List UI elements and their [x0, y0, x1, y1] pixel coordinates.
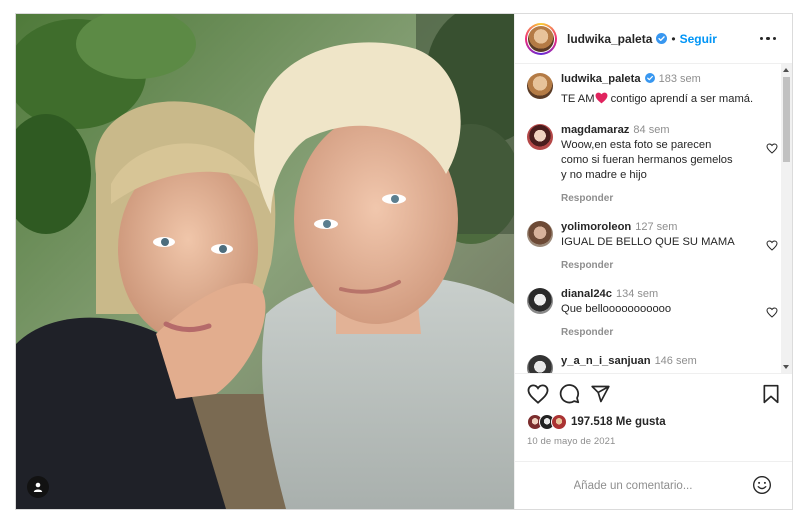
caption-username[interactable]: ludwika_paleta — [561, 73, 641, 85]
caption-text-end: contigo aprendí a ser mamá. — [607, 93, 754, 105]
likes-label[interactable]: Me gusta — [616, 416, 666, 428]
heart-icon[interactable] — [527, 383, 549, 409]
post-caption: ludwika_paleta 183 sem TE AM contigo apre… — [527, 72, 792, 109]
comment-text: IGUAL DE BELLO QUE SU MAMA — [561, 236, 735, 248]
comment-item: dianal24c 134 sem Que bellooooooooooo Res… — [527, 287, 792, 340]
comment-avatar[interactable] — [527, 124, 553, 150]
follow-button[interactable]: Seguir — [680, 32, 717, 46]
post-photo[interactable] — [16, 14, 514, 509]
author-avatar[interactable] — [525, 22, 557, 55]
comment-time[interactable]: 146 sem — [655, 355, 697, 367]
comment-like-heart-icon[interactable] — [766, 238, 778, 256]
comment-username[interactable]: yolimoroleon — [561, 221, 631, 233]
comments-section[interactable]: ludwika_paleta 183 sem TE AM contigo apre… — [515, 64, 792, 373]
comment-text: Woow,en esta foto se parecen como si fue… — [561, 139, 733, 181]
comment-like-heart-icon[interactable] — [766, 141, 778, 159]
comment-time[interactable]: 84 sem — [633, 124, 669, 136]
more-options-icon[interactable] — [756, 33, 781, 45]
caption-text-start: TE AM — [561, 93, 595, 105]
author-username[interactable]: ludwika_paleta — [567, 32, 652, 46]
add-comment-bar — [515, 461, 792, 509]
comment-avatar[interactable] — [527, 288, 553, 314]
comment-item: y_a_n_i_sanjuan 146 sem — [527, 354, 792, 373]
liker-avatar — [551, 414, 567, 430]
comment-item: magdamaraz 84 sem Woow,en esta foto se pa… — [527, 123, 792, 206]
comment-time[interactable]: 127 sem — [635, 221, 677, 233]
verified-badge-icon — [644, 73, 655, 83]
reply-button[interactable]: Responder — [561, 325, 671, 340]
caption-author-avatar[interactable] — [527, 73, 553, 99]
post-sidebar: ludwika_paleta • Seguir ludwika_paleta 18… — [514, 14, 792, 509]
header-separator: • — [671, 31, 676, 46]
comment-username[interactable]: magdamaraz — [561, 124, 629, 136]
comment-input[interactable] — [573, 479, 734, 492]
comment-text: Que bellooooooooooo — [561, 303, 672, 315]
action-icons-row — [527, 383, 780, 409]
reply-button[interactable]: Responder — [561, 191, 739, 206]
liker-avatars — [527, 414, 567, 430]
comment-time[interactable]: 134 sem — [616, 288, 658, 300]
post-date[interactable]: 10 de mayo de 2021 — [527, 436, 780, 447]
comment-icon[interactable] — [559, 383, 580, 409]
share-icon[interactable] — [590, 384, 611, 409]
bookmark-icon[interactable] — [762, 384, 780, 409]
comment-item: yolimoroleon 127 sem IGUAL DE BELLO QUE S… — [527, 220, 792, 273]
verified-badge-icon — [656, 33, 668, 44]
comment-username[interactable]: dianal24c — [561, 288, 612, 300]
instagram-post: ludwika_paleta • Seguir ludwika_paleta 18… — [15, 13, 793, 510]
red-heart-emoji-icon — [595, 92, 608, 109]
likes-row[interactable]: 197.518 Me gusta — [527, 414, 780, 430]
comment-like-heart-icon[interactable] — [766, 305, 778, 323]
comment-avatar[interactable] — [527, 221, 553, 247]
post-actions: 197.518 Me gusta 10 de mayo de 2021 — [515, 373, 792, 461]
likes-count[interactable]: 197.518 — [571, 416, 613, 428]
reply-button[interactable]: Responder — [561, 258, 735, 273]
comment-username[interactable]: y_a_n_i_sanjuan — [561, 355, 651, 367]
post-header: ludwika_paleta • Seguir — [515, 14, 792, 64]
caption-time[interactable]: 183 sem — [659, 73, 701, 85]
post-photo-image — [16, 14, 514, 509]
emoji-icon[interactable] — [752, 475, 772, 500]
user-tag-icon[interactable] — [27, 476, 49, 498]
comment-avatar[interactable] — [527, 355, 553, 373]
